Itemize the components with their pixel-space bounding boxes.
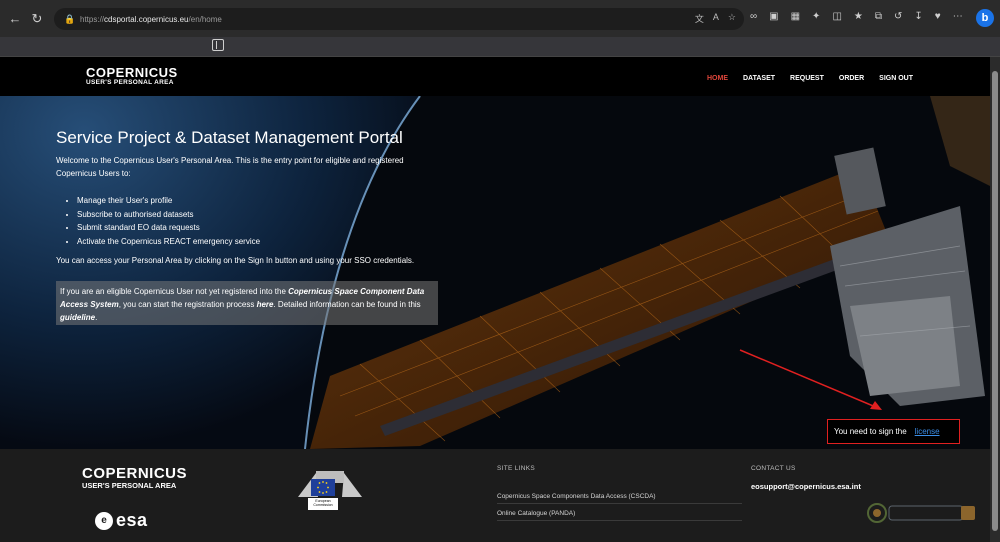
- menu-home[interactable]: HOME: [707, 75, 728, 82]
- settings-menu-icon[interactable]: ⋯: [953, 11, 963, 22]
- access-instructions: You can access your Personal Area by cli…: [56, 256, 415, 265]
- footer-logo-subtitle: USER'S PERSONAL AREA: [82, 481, 177, 490]
- site-logo[interactable]: COPERNICUS USER'S PERSONAL AREA: [86, 66, 178, 87]
- registration-box: If you are an eligible Copernicus User n…: [56, 281, 438, 325]
- license-notice: You need to sign the license: [827, 419, 960, 444]
- menu-sign-out[interactable]: SIGN OUT: [879, 75, 913, 82]
- menu-order[interactable]: ORDER: [839, 75, 864, 82]
- satellite-background-image: [0, 96, 990, 449]
- main-menu: HOME DATASET REQUEST ORDER SIGN OUT: [707, 75, 913, 82]
- scrollbar[interactable]: [990, 57, 1000, 542]
- esa-logo[interactable]: e esa: [95, 510, 148, 531]
- screen: ← ↻ 🔒 https://cdsportal.copernicus.eu/en…: [0, 0, 1000, 542]
- scrollbar-thumb[interactable]: [992, 71, 998, 531]
- list-item: Activate the Copernicus REACT emergency …: [77, 235, 260, 249]
- european-commission-logo[interactable]: European Commission: [296, 467, 364, 515]
- ec-label: European Commission: [308, 498, 338, 510]
- favorite-star-icon[interactable]: ☆: [728, 12, 736, 25]
- browser-toolbar: ← ↻ 🔒 https://cdsportal.copernicus.eu/en…: [0, 0, 1000, 37]
- list-item: Submit standard EO data requests: [77, 221, 260, 235]
- menu-dataset[interactable]: DATASET: [743, 75, 775, 82]
- list-item: Subscribe to authorised datasets: [77, 208, 260, 222]
- site-footer: COPERNICUS USER'S PERSONAL AREA e esa Eu…: [0, 449, 990, 542]
- contact-email[interactable]: eosupport@copernicus.esa.int: [751, 482, 861, 491]
- list-item: Manage their User's profile: [77, 194, 260, 208]
- menu-request[interactable]: REQUEST: [790, 75, 824, 82]
- divider: [497, 520, 742, 521]
- screenshot-icon[interactable]: ▣: [769, 11, 778, 22]
- extension-icon[interactable]: ♥: [935, 11, 941, 22]
- vertical-tabs-bar: [0, 37, 1000, 57]
- footer-link-cscda[interactable]: Copernicus Space Components Data Access …: [497, 493, 656, 500]
- footer-logo-title: COPERNICUS: [82, 465, 188, 482]
- watermark-logo: [867, 503, 975, 523]
- feature-list: Manage their User's profile Subscribe to…: [77, 194, 260, 248]
- notice-text: You need to sign the: [834, 427, 907, 436]
- registration-here-link[interactable]: here: [257, 300, 274, 309]
- history-icon[interactable]: ↺: [894, 11, 902, 22]
- collections-icon[interactable]: ⧉: [875, 11, 882, 22]
- page-title: Service Project & Dataset Management Por…: [56, 128, 403, 147]
- translate-icon[interactable]: 文: [695, 12, 704, 25]
- site-links-heading: SITE LINKS: [497, 465, 536, 472]
- extension-icon[interactable]: ▦: [791, 11, 800, 22]
- hero-section: Service Project & Dataset Management Por…: [0, 96, 990, 449]
- esa-mark-icon: e: [95, 511, 113, 530]
- sidebar-toggle-icon[interactable]: [212, 39, 224, 51]
- site-header: COPERNICUS USER'S PERSONAL AREA HOME DAT…: [0, 57, 990, 96]
- browser-extensions: ∞ ▣ ▦ ✦ ◫ ★ ⧉ ↺ ↧ ♥ ⋯: [750, 11, 963, 22]
- split-screen-icon[interactable]: ◫: [832, 11, 841, 22]
- downloads-icon[interactable]: ↧: [914, 11, 922, 22]
- address-bar[interactable]: 🔒 https://cdsportal.copernicus.eu/en/hom…: [54, 8, 744, 30]
- refresh-icon[interactable]: ↻: [26, 8, 48, 30]
- extension-icon[interactable]: ∞: [750, 11, 757, 22]
- hero-intro: Welcome to the Copernicus User's Persona…: [56, 156, 404, 178]
- read-aloud-icon[interactable]: A: [713, 12, 719, 25]
- address-bar-actions: 文 A ☆: [695, 12, 736, 25]
- logo-subtitle: USER'S PERSONAL AREA: [86, 79, 174, 86]
- footer-logo[interactable]: COPERNICUS USER'S PERSONAL AREA: [82, 466, 187, 490]
- url-text: https://cdsportal.copernicus.eu/en/home: [80, 14, 222, 24]
- back-icon[interactable]: ←: [4, 8, 26, 30]
- lock-icon: 🔒: [64, 14, 76, 24]
- footer-link-panda[interactable]: Online Catalogue (PANDA): [497, 510, 575, 517]
- extension-icon[interactable]: ✦: [812, 11, 820, 22]
- copilot-icon[interactable]: b: [976, 9, 994, 27]
- guideline-link[interactable]: guideline: [60, 313, 95, 322]
- contact-heading: CONTACT US: [751, 465, 796, 472]
- favorites-icon[interactable]: ★: [854, 11, 863, 22]
- logo-title: COPERNICUS: [86, 65, 178, 80]
- eu-flag-icon: [311, 479, 335, 496]
- divider: [497, 503, 742, 504]
- license-link[interactable]: license: [915, 427, 940, 436]
